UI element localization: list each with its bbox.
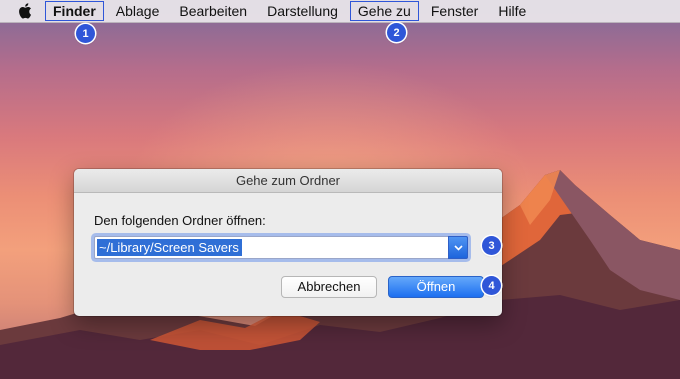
chevron-down-icon[interactable] bbox=[448, 236, 468, 259]
menu-fenster[interactable]: Fenster bbox=[423, 1, 486, 21]
menu-bar: Finder Ablage Bearbeiten Darstellung Geh… bbox=[0, 0, 680, 23]
dialog-prompt-label: Den folgenden Ordner öffnen: bbox=[94, 213, 266, 228]
cancel-button[interactable]: Abbrechen bbox=[281, 276, 377, 298]
step-badge-2: 2 bbox=[387, 23, 406, 42]
folder-path-input[interactable]: ~/Library/Screen Savers bbox=[94, 236, 468, 259]
menu-gehe-zu[interactable]: Gehe zu bbox=[349, 1, 419, 21]
step-badge-1: 1 bbox=[76, 24, 95, 43]
menu-bearbeiten[interactable]: Bearbeiten bbox=[171, 1, 255, 21]
menu-hilfe[interactable]: Hilfe bbox=[490, 1, 534, 21]
apple-icon[interactable] bbox=[17, 0, 33, 22]
step-badge-4: 4 bbox=[482, 276, 501, 295]
go-to-folder-dialog: Gehe zum Ordner Den folgenden Ordner öff… bbox=[74, 169, 502, 316]
dialog-title: Gehe zum Ordner bbox=[74, 169, 502, 193]
menu-ablage[interactable]: Ablage bbox=[108, 1, 168, 21]
open-button[interactable]: Öffnen bbox=[388, 276, 484, 298]
folder-path-value[interactable]: ~/Library/Screen Savers bbox=[97, 239, 242, 256]
menu-finder[interactable]: Finder bbox=[45, 1, 104, 21]
menu-darstellung[interactable]: Darstellung bbox=[259, 1, 346, 21]
step-badge-3: 3 bbox=[482, 236, 501, 255]
